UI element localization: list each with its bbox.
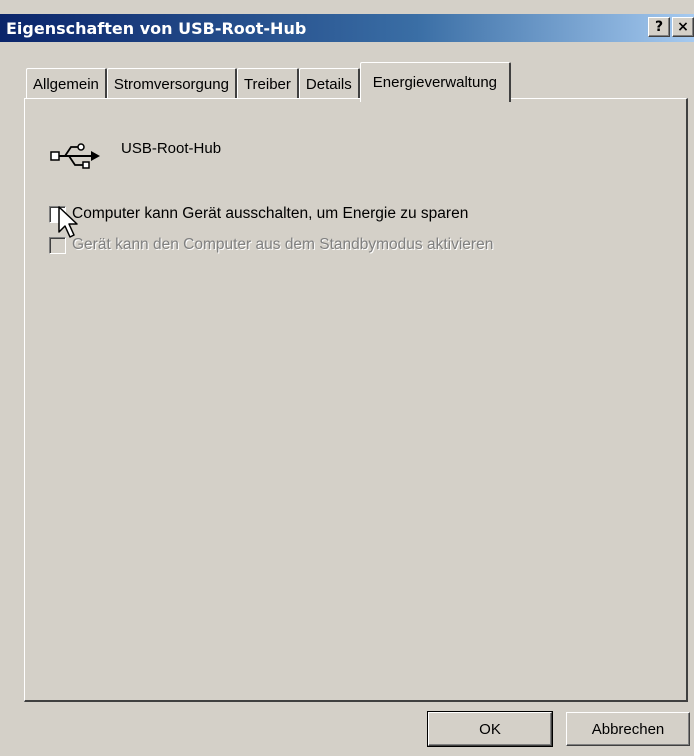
device-name: USB-Root-Hub <box>121 139 222 157</box>
window-title: Eigenschaften von USB-Root-Hub <box>6 18 307 38</box>
title-buttons: ? × <box>648 17 694 37</box>
tab-treiber[interactable]: Treiber <box>236 68 299 100</box>
mouse-pointer-icon <box>58 206 78 238</box>
power-off-label[interactable]: Computer kann Gerät ausschalten, um Ener… <box>72 205 468 223</box>
option-wake-row: Gerät kann den Computer aus dem Standbym… <box>49 236 493 254</box>
wake-label: Gerät kann den Computer aus dem Standbym… <box>72 236 494 253</box>
title-bar[interactable]: Eigenschaften von USB-Root-Hub ? × <box>0 14 694 42</box>
tab-strip: Allgemein Stromversorgung Treiber Detail… <box>26 60 512 102</box>
cancel-button[interactable]: Abbrechen <box>566 712 690 746</box>
ok-button[interactable]: OK <box>427 711 553 747</box>
device-header: USB-Root-Hub <box>49 127 221 169</box>
option-power-off-row[interactable]: Computer kann Gerät ausschalten, um Ener… <box>49 205 468 223</box>
help-button[interactable]: ? <box>648 17 670 37</box>
tab-energieverwaltung[interactable]: Energieverwaltung <box>359 62 512 102</box>
tab-details[interactable]: Details <box>298 68 360 100</box>
tab-panel-energieverwaltung: USB-Root-Hub Computer kann Gerät ausscha… <box>24 98 688 702</box>
tab-stromversorgung[interactable]: Stromversorgung <box>106 68 237 100</box>
usb-icon <box>50 143 100 169</box>
tab-allgemein[interactable]: Allgemein <box>26 68 107 100</box>
close-button[interactable]: × <box>672 17 694 37</box>
properties-dialog: Eigenschaften von USB-Root-Hub ? × Allge… <box>0 0 694 756</box>
